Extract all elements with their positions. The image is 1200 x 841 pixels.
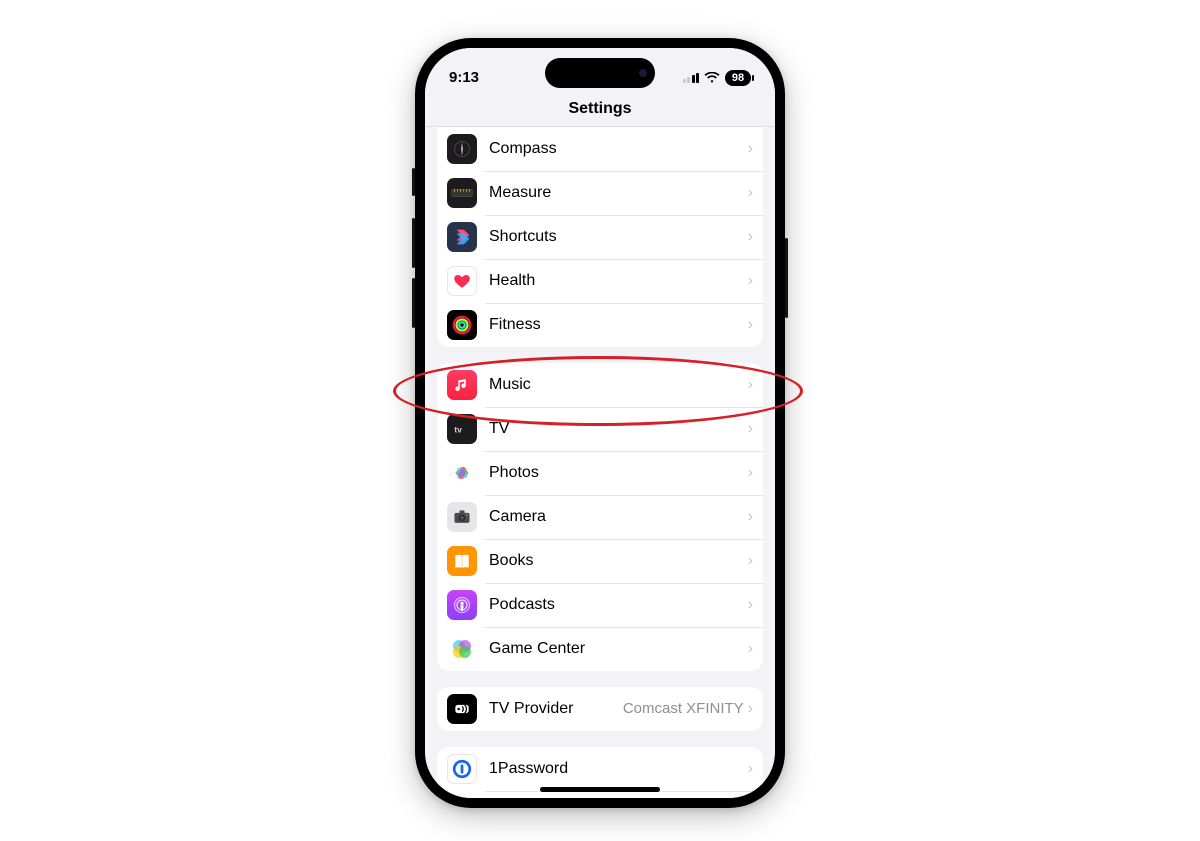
row-label: Game Center [489, 640, 748, 658]
dynamic-island [545, 58, 655, 88]
settings-row-photos[interactable]: Photos › [437, 451, 763, 495]
battery-level: 98 [732, 72, 744, 84]
status-time: 9:13 [449, 69, 479, 86]
row-label: Fitness [489, 316, 748, 334]
row-label: TV Provider [489, 700, 623, 718]
row-label: Music [489, 376, 748, 394]
chevron-right-icon: › [748, 228, 753, 246]
chevron-right-icon: › [748, 700, 753, 718]
settings-row-music[interactable]: Music › [437, 363, 763, 407]
books-icon [447, 546, 477, 576]
photos-icon [447, 458, 477, 488]
side-button-power [785, 238, 788, 318]
settings-group-media: Music › tv TV › Photos › [437, 363, 763, 671]
chevron-right-icon: › [748, 596, 753, 614]
chevron-right-icon: › [748, 316, 753, 334]
row-label: TV [489, 420, 748, 438]
row-label: 1Password [489, 760, 748, 778]
health-icon [447, 266, 477, 296]
compass-icon [447, 134, 477, 164]
row-label: Podcasts [489, 596, 748, 614]
chevron-right-icon: › [748, 640, 753, 658]
side-button-volume-down [412, 278, 415, 328]
fitness-icon [447, 310, 477, 340]
row-label: Camera [489, 508, 748, 526]
row-label: Books [489, 552, 748, 570]
chevron-right-icon: › [748, 760, 753, 778]
music-icon [447, 370, 477, 400]
tvprovider-icon [447, 694, 477, 724]
row-label: Health [489, 272, 748, 290]
row-label: Measure [489, 184, 748, 202]
settings-row-3dmark[interactable]: 3DMark Wild Life Extreme › [437, 791, 763, 798]
chevron-right-icon: › [748, 376, 753, 394]
cellular-signal-icon [683, 72, 700, 83]
row-label: Compass [489, 140, 748, 158]
settings-row-health[interactable]: Health › [437, 259, 763, 303]
chevron-right-icon: › [748, 420, 753, 438]
shortcuts-icon [447, 222, 477, 252]
settings-row-shortcuts[interactable]: Shortcuts › [437, 215, 763, 259]
settings-group-utilities: Compass › Measure › Shortcuts › [437, 127, 763, 347]
camera-icon [447, 502, 477, 532]
chevron-right-icon: › [748, 140, 753, 158]
settings-row-books[interactable]: Books › [437, 539, 763, 583]
settings-row-tv[interactable]: tv TV › [437, 407, 763, 451]
battery-indicator: 98 [725, 70, 751, 86]
gamecenter-icon [447, 634, 477, 664]
row-label: Shortcuts [489, 228, 748, 246]
settings-row-fitness[interactable]: Fitness › [437, 303, 763, 347]
settings-row-compass[interactable]: Compass › [437, 127, 763, 171]
settings-row-measure[interactable]: Measure › [437, 171, 763, 215]
tv-icon: tv [447, 414, 477, 444]
screen: 9:13 98 Settings Compass › [425, 48, 775, 798]
row-detail: Comcast XFINITY [623, 700, 744, 717]
wifi-icon [704, 72, 720, 84]
settings-row-gamecenter[interactable]: Game Center › [437, 627, 763, 671]
1password-icon [447, 754, 477, 784]
settings-row-podcasts[interactable]: Podcasts › [437, 583, 763, 627]
row-label: Photos [489, 464, 748, 482]
chevron-right-icon: › [748, 272, 753, 290]
settings-row-camera[interactable]: Camera › [437, 495, 763, 539]
side-button-volume-up [412, 218, 415, 268]
chevron-right-icon: › [748, 184, 753, 202]
status-indicators: 98 [683, 70, 752, 86]
chevron-right-icon: › [748, 508, 753, 526]
settings-row-1password[interactable]: 1Password › [437, 747, 763, 791]
measure-icon [447, 178, 477, 208]
settings-list[interactable]: Compass › Measure › Shortcuts › [425, 127, 775, 798]
home-indicator[interactable] [540, 787, 660, 792]
podcasts-icon [447, 590, 477, 620]
page-title: Settings [425, 96, 775, 127]
settings-group-provider: TV Provider Comcast XFINITY › [437, 687, 763, 731]
chevron-right-icon: › [748, 552, 753, 570]
iphone-device-frame: 9:13 98 Settings Compass › [415, 38, 785, 808]
side-button-silent [412, 168, 415, 196]
settings-row-tvprovider[interactable]: TV Provider Comcast XFINITY › [437, 687, 763, 731]
svg-text:tv: tv [454, 424, 462, 434]
chevron-right-icon: › [748, 464, 753, 482]
